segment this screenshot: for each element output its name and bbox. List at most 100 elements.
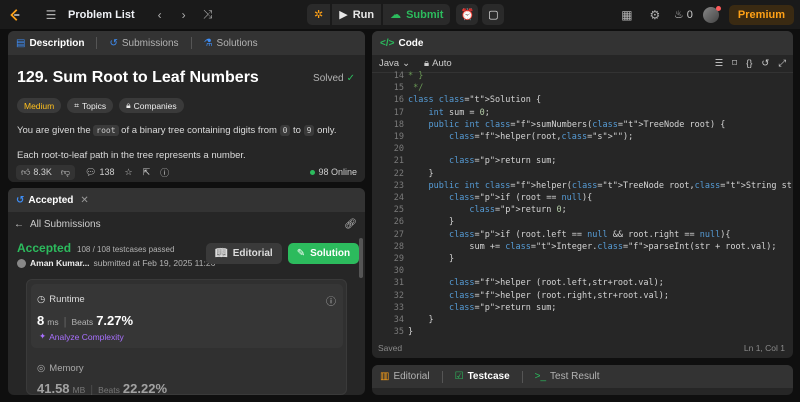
code-line[interactable]: class="f">helper(root,class="s">""); <box>408 131 633 143</box>
code-line[interactable]: class="p">return 0; <box>408 204 566 216</box>
accepted-tabs: ↺ Accepted ✕ <box>8 188 365 212</box>
terminal-icon: >_ <box>534 371 547 382</box>
code-line[interactable]: class class="t">Solution { <box>408 94 541 106</box>
fullscreen-icon[interactable]: ⤢ <box>778 58 786 69</box>
code-line[interactable]: class="f">helper (root.left,str+root.val… <box>408 277 664 289</box>
reset-icon[interactable]: ↺ <box>761 58 769 69</box>
tab-description[interactable]: ▤ Description <box>16 38 84 49</box>
auto-mode[interactable]: 🔒︎ Auto <box>424 58 452 69</box>
problem-list-icon[interactable]: ☰ <box>42 8 60 22</box>
beats-divider: | <box>63 316 67 328</box>
notes-button[interactable]: ▢ <box>482 4 505 25</box>
performance-card: ◷ Runtime ⓘ 8 ms | Beats 7.27% ✦ Analyze C… <box>26 279 347 395</box>
lock-icon: 🔒︎ <box>424 58 430 69</box>
analyze-complexity-link[interactable]: Analyze Complexity <box>49 332 124 342</box>
play-icon: ▶ <box>339 9 348 21</box>
code-line[interactable]: sum += class="t">Integer.class="f">parse… <box>408 241 776 253</box>
tab-divider <box>190 37 192 49</box>
problem-stat-bar: 👍︎ 8.3K 👎︎ 💬︎ 138 ☆ ⇱ ⓘ 98 Online <box>8 162 365 182</box>
tab-test-result[interactable]: >_ Test Result <box>535 371 600 382</box>
code-line[interactable]: int sum = 0; <box>408 107 489 119</box>
runtime-info-icon[interactable]: ⓘ <box>326 293 336 308</box>
code-editor[interactable]: 14 * } 15 */ 16 class class="t">Solution {17… <box>372 70 793 338</box>
topics-button[interactable]: ⌗ Topics <box>67 98 114 113</box>
problem-list-link[interactable]: Problem List <box>68 9 135 21</box>
line-number: 31 <box>393 278 404 289</box>
share-icon[interactable]: ⇱ <box>143 167 151 178</box>
runtime-unit: ms <box>47 317 59 327</box>
code-line[interactable]: } <box>408 168 433 180</box>
problem-description: You are given the root of a binary tree … <box>17 125 337 136</box>
tab-testcase[interactable]: ☑ Testcase <box>455 371 510 382</box>
memory-beats-value: 22.22% <box>122 381 167 395</box>
user-avatar[interactable] <box>702 5 721 23</box>
close-tab-icon[interactable]: ✕ <box>80 195 88 206</box>
code-tabs: </> Code <box>372 31 793 55</box>
link-icon[interactable]: 🔗︎ <box>344 219 357 230</box>
help-icon[interactable]: ⓘ <box>160 166 169 179</box>
thumbs-up-icon: 👍︎ <box>21 166 31 177</box>
code-line[interactable]: * } <box>408 70 423 82</box>
thumbs-down-icon[interactable]: 👎︎ <box>61 167 70 178</box>
like-button[interactable]: 👍︎ 8.3K 👎︎ <box>16 164 76 180</box>
problem-title[interactable]: 129. Sum Root to Leaf Numbers <box>17 69 259 87</box>
language-select[interactable]: Java ⌄ <box>379 58 410 69</box>
editorial-button[interactable]: 📖︎ Editorial <box>206 243 282 264</box>
book-icon: ▥ <box>380 371 390 382</box>
settings-gear-icon[interactable]: ⚙ <box>646 8 664 22</box>
clock-icon: ◷ <box>37 294 46 305</box>
solution-button[interactable]: ✎ Solution <box>287 243 360 264</box>
submit-button[interactable]: ☁ Submit <box>383 4 451 25</box>
scrollbar-track[interactable] <box>359 238 363 278</box>
comments-count[interactable]: 💬︎ 138 <box>85 167 114 178</box>
code-line[interactable]: } <box>408 326 413 338</box>
tab-accepted[interactable]: ↺ Accepted ✕ <box>16 195 89 206</box>
companies-button[interactable]: 🔒︎ Companies <box>119 98 184 113</box>
format-icon[interactable]: ☰ <box>715 58 724 69</box>
favorite-star-icon[interactable]: ☆ <box>125 167 133 178</box>
code-line[interactable]: public int class="f">sumNumbers(class="t… <box>408 119 725 131</box>
line-number: 29 <box>393 254 404 264</box>
debug-button[interactable]: ✲ <box>307 4 331 25</box>
book-icon: 📖︎ <box>215 248 228 259</box>
tab-solutions[interactable]: ⚗ Solutions <box>204 38 258 49</box>
code-line[interactable]: class="p">return sum; <box>408 155 556 167</box>
history-icon: ↺ <box>16 194 25 206</box>
line-number: 26 <box>393 217 404 228</box>
tab-divider <box>521 370 523 383</box>
testcase-panel: ▥ Editorial ☑ Testcase >_ Test Result <box>372 365 793 395</box>
fire-icon: ♨ <box>673 9 684 21</box>
next-problem-icon[interactable]: › <box>175 8 193 22</box>
code-line[interactable]: class="p">if (root == null){ <box>408 192 592 204</box>
top-bar: ☰ Problem List ‹ › ⤨ ✲ ▶ Run ☁ Submit ⏰ ▢ … <box>0 0 800 29</box>
code-line[interactable]: class="p">if (root.left == null && root.… <box>408 229 731 241</box>
submission-user[interactable]: Aman Kumar... <box>30 258 90 268</box>
inline-code-root: root <box>93 125 119 136</box>
braces-icon[interactable]: {} <box>746 58 752 69</box>
code-line[interactable]: */ <box>408 82 423 94</box>
tab-submissions[interactable]: ↺ Submissions <box>109 38 178 49</box>
leetcode-logo-icon[interactable] <box>8 8 22 22</box>
all-submissions-link[interactable]: All Submissions <box>30 219 101 230</box>
premium-button[interactable]: Premium <box>728 4 794 25</box>
online-count: 98 Online <box>310 167 357 177</box>
code-line[interactable]: class="p">return sum; <box>408 302 556 314</box>
code-line[interactable]: public int class="f">helper(class="t">Tr… <box>408 180 793 192</box>
code-line[interactable]: } <box>408 253 454 265</box>
bookmark-icon[interactable]: ⌑ <box>732 58 737 69</box>
run-button[interactable]: ▶ Run <box>332 4 382 25</box>
tab-code[interactable]: </> Code <box>380 38 423 49</box>
tab-editorial[interactable]: ▥ Editorial <box>380 371 430 382</box>
code-line[interactable]: class="f">helper (root.right,str+root.va… <box>408 290 669 302</box>
accepted-panel: ↺ Accepted ✕ ← All Submissions 🔗︎ Accepted… <box>8 188 365 395</box>
code-line[interactable]: } <box>408 216 454 228</box>
description-tabs: ▤ Description ↺ Submissions ⚗ Solutions <box>8 31 365 55</box>
code-line[interactable]: } <box>408 314 433 326</box>
layout-icon[interactable]: ▦ <box>618 8 636 22</box>
shuffle-icon[interactable]: ⤨ <box>199 7 217 22</box>
prev-problem-icon[interactable]: ‹ <box>151 8 169 22</box>
timer-button[interactable]: ⏰ <box>456 4 479 25</box>
back-arrow-icon[interactable]: ← <box>14 219 24 230</box>
streak-counter[interactable]: ♨ 0 <box>673 8 693 22</box>
user-avatar-small <box>17 258 26 268</box>
